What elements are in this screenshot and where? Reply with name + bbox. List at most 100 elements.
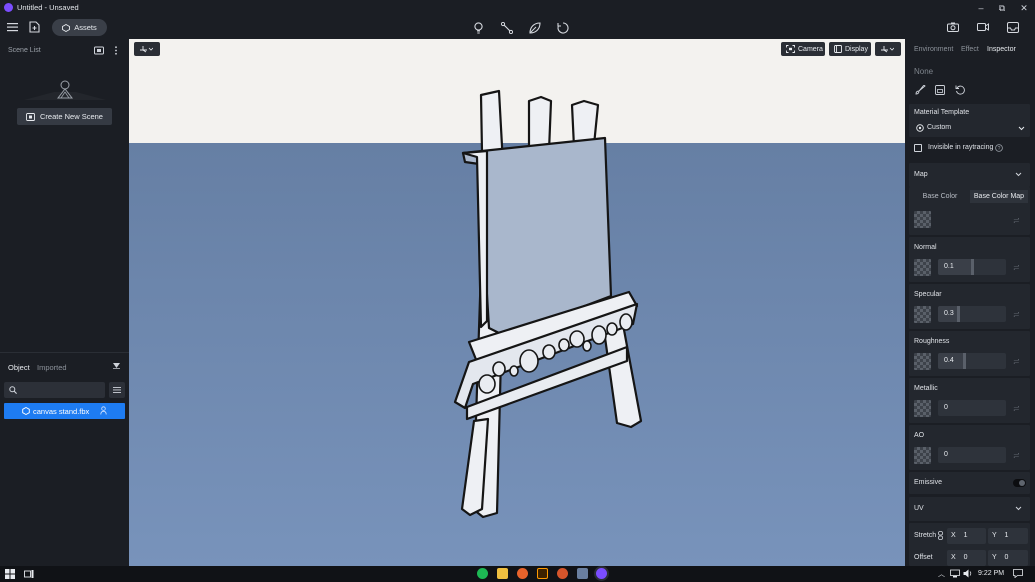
adjust-icon[interactable]: ≓	[1013, 404, 1022, 413]
link-icon[interactable]	[938, 531, 943, 540]
notification-icon[interactable]	[1013, 569, 1023, 578]
roughness-label: Roughness	[914, 338, 950, 345]
scene-more-icon[interactable]	[114, 46, 118, 55]
roughness-value: 0.4	[944, 357, 954, 364]
pen-tool-icon[interactable]	[501, 22, 515, 36]
clock-time: 9:22 PM	[978, 570, 1005, 577]
3d-viewport[interactable]	[129, 39, 905, 566]
roughness-map-swatch[interactable]	[914, 353, 931, 370]
adjust-icon[interactable]: ≓	[1013, 310, 1022, 319]
stretch-label: Stretch	[914, 532, 937, 539]
object-list-item[interactable]: canvas stand.fbx	[4, 403, 125, 419]
stretch-y-input[interactable]: Y 1	[988, 528, 1028, 544]
ao-slider[interactable]: 0	[938, 447, 1006, 463]
create-new-scene-button[interactable]: Create New Scene	[17, 108, 112, 125]
stretch-x-input[interactable]: X 1	[947, 528, 986, 544]
tab-effect[interactable]: Effect	[961, 46, 979, 53]
svg-text:?: ?	[998, 146, 1001, 152]
map-section-header[interactable]: Map	[909, 163, 1030, 187]
transform-mode-button[interactable]	[875, 42, 901, 56]
list-view-button[interactable]	[109, 382, 125, 398]
steam-icon[interactable]	[577, 568, 588, 579]
app-icon[interactable]	[557, 568, 568, 579]
ao-map-swatch[interactable]	[914, 447, 931, 464]
tab-inspector[interactable]: Inspector	[987, 46, 1016, 53]
object-search-input[interactable]	[4, 382, 105, 398]
scene-save-icon[interactable]	[94, 46, 104, 55]
empty-scene-icon	[24, 80, 106, 100]
ao-section: AO 0 ≓	[909, 425, 1030, 470]
video-record-icon[interactable]	[977, 22, 991, 36]
offset-x-input[interactable]: X 0	[947, 550, 986, 566]
normal-map-swatch[interactable]	[914, 259, 931, 276]
minimize-button[interactable]: –	[975, 2, 987, 14]
specular-map-swatch[interactable]	[914, 306, 931, 323]
gizmo-icon	[139, 45, 153, 53]
illustrator-icon[interactable]	[537, 568, 548, 579]
tray-chevron-icon[interactable]: ︿	[938, 569, 945, 579]
normal-label: Normal	[914, 244, 937, 251]
specular-section: Specular 0.3 ≓	[909, 284, 1030, 329]
gizmo-menu-button[interactable]	[134, 42, 160, 56]
camera-label: Camera	[798, 45, 823, 53]
render-queue-icon[interactable]	[1007, 22, 1021, 36]
map-chevron-icon	[1015, 172, 1022, 177]
adjust-icon[interactable]: ≓	[1013, 216, 1022, 225]
tab-base-color-map[interactable]: Base Color Map	[970, 190, 1028, 203]
roughness-slider[interactable]: 0.4	[938, 353, 1006, 369]
stretch-y-value: 1	[1004, 532, 1009, 539]
object-lock-icon[interactable]	[100, 406, 107, 415]
task-view-icon[interactable]	[24, 569, 34, 579]
tab-base-color[interactable]: Base Color	[912, 190, 968, 203]
stretch-x-value: 1	[963, 532, 968, 539]
tab-object[interactable]: Object	[8, 363, 30, 372]
specular-slider[interactable]: 0.3	[938, 306, 1006, 322]
uv-section-header[interactable]: UV	[909, 497, 1030, 521]
offset-y-input[interactable]: Y 0	[988, 550, 1028, 566]
list-icon	[113, 387, 121, 393]
specular-value: 0.3	[944, 310, 954, 317]
animation-icon[interactable]	[557, 22, 571, 36]
emissive-toggle[interactable]	[1013, 479, 1026, 487]
light-bulb-icon[interactable]	[473, 22, 487, 36]
help-icon[interactable]: ?	[995, 144, 1003, 152]
adjust-icon[interactable]: ≓	[1013, 451, 1022, 460]
tab-environment[interactable]: Environment	[914, 46, 953, 53]
object-filter-icon[interactable]	[113, 363, 120, 369]
network-icon[interactable]	[950, 569, 960, 578]
close-button[interactable]: ✕	[1018, 2, 1030, 14]
windows-start-icon[interactable]	[5, 569, 15, 579]
spotify-icon[interactable]	[477, 568, 488, 579]
assets-button[interactable]: Assets	[52, 19, 107, 36]
volume-icon[interactable]	[963, 569, 973, 578]
active-app-icon[interactable]	[596, 568, 607, 579]
maximize-button[interactable]: ⧉	[996, 2, 1008, 14]
tab-imported[interactable]: Imported	[37, 363, 67, 372]
material-save-icon[interactable]	[935, 85, 945, 95]
chevron-down-icon	[1018, 126, 1025, 131]
hamburger-menu-icon[interactable]	[7, 22, 21, 36]
object-name: canvas stand.fbx	[33, 406, 90, 416]
adjust-icon[interactable]: ≓	[1013, 263, 1022, 272]
reset-icon[interactable]	[955, 85, 965, 95]
mesh-object-icon	[22, 407, 30, 415]
selection-name: None	[914, 67, 934, 76]
create-scene-label: Create New Scene	[40, 112, 103, 121]
uv-title: UV	[914, 505, 924, 512]
adjust-icon[interactable]: ≓	[1013, 357, 1022, 366]
metallic-map-swatch[interactable]	[914, 400, 931, 417]
camera-button[interactable]: Camera	[781, 42, 825, 56]
material-brush-icon[interactable]	[915, 85, 926, 95]
file-explorer-icon[interactable]	[497, 568, 508, 579]
import-file-icon[interactable]	[29, 21, 43, 35]
search-icon	[9, 386, 17, 394]
metallic-slider[interactable]: 0	[938, 400, 1006, 416]
leaf-icon[interactable]	[529, 22, 543, 36]
normal-slider[interactable]: 0.1	[938, 259, 1006, 275]
display-button[interactable]: Display	[829, 42, 871, 56]
invisible-raytracing-checkbox[interactable]	[914, 144, 922, 152]
base-color-map-swatch[interactable]	[914, 211, 931, 228]
material-template-dropdown[interactable]: Custom	[911, 121, 1028, 136]
firefox-icon[interactable]	[517, 568, 528, 579]
screenshot-camera-icon[interactable]	[947, 22, 961, 36]
